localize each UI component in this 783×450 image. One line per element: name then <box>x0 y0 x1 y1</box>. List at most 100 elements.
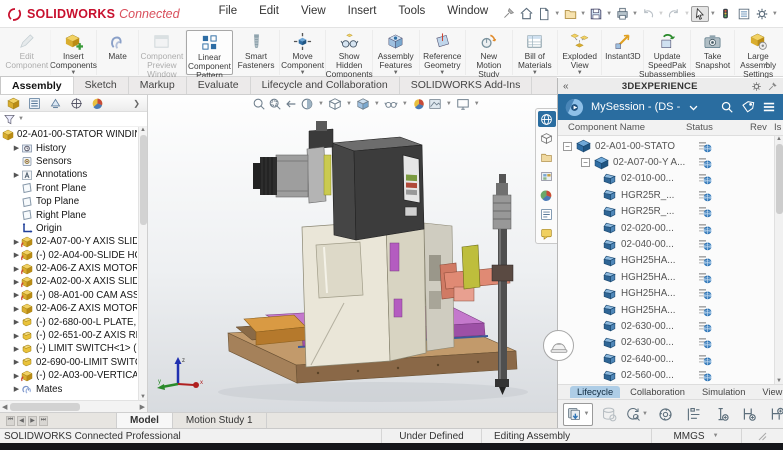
explore-rotate-button[interactable]: ▼ <box>626 403 649 426</box>
open-button[interactable] <box>561 5 579 23</box>
database-refresh-button[interactable] <box>598 403 621 426</box>
panel-gear-icon[interactable] <box>751 81 762 92</box>
displaymanager-tab-icon[interactable] <box>91 97 104 110</box>
task-resources-icon[interactable] <box>538 130 556 146</box>
insert-components-button[interactable]: Insert Components▼ <box>51 30 98 75</box>
manager-tab-overflow-chevron[interactable]: ❯ <box>133 99 140 108</box>
dimxpertmanager-tab-icon[interactable] <box>70 97 83 110</box>
undo-button[interactable] <box>639 5 657 23</box>
move-component-button[interactable]: Move Component▼ <box>280 30 327 75</box>
component-row[interactable]: 02-630-00... <box>558 318 783 334</box>
settings-gear-button[interactable] <box>753 5 771 23</box>
tab-solidworks-addins[interactable]: SOLIDWORKS Add-Ins <box>400 76 533 94</box>
tab-assembly[interactable]: Assembly <box>0 76 74 94</box>
status-resize-grip[interactable] <box>741 429 783 443</box>
tree-item-origin[interactable]: Origin <box>2 222 137 235</box>
menu-tools[interactable]: Tools <box>387 5 436 23</box>
options-list-button[interactable] <box>735 5 753 23</box>
panel-pin-icon[interactable] <box>767 81 778 92</box>
component-row[interactable]: HGR25R_... <box>558 204 783 220</box>
component-row[interactable]: 02-020-00... <box>558 220 783 236</box>
component-row[interactable]: HGH25HA... <box>558 253 783 269</box>
menu-file[interactable]: File <box>208 5 249 23</box>
take-snapshot-button[interactable]: Take Snapshot <box>691 30 735 75</box>
assistant-helmet-button[interactable] <box>543 330 574 361</box>
panel-search-icon[interactable] <box>720 100 734 114</box>
select-tool-button[interactable] <box>691 6 709 22</box>
update-speedpak-button[interactable]: Update SpeedPak Subassemblies <box>644 30 691 75</box>
hide-show-items-icon[interactable] <box>384 97 398 111</box>
section-view-icon[interactable] <box>300 97 314 111</box>
show-hidden-components-button[interactable]: Show Hidden Components <box>326 30 373 75</box>
task-3dexperience-icon[interactable] <box>538 111 556 127</box>
branch-add-button[interactable] <box>738 403 761 426</box>
tab-simulation[interactable]: Simulation <box>695 386 752 398</box>
display-style-icon[interactable] <box>356 97 370 111</box>
tree-item-component[interactable]: ▶02-A02-00-X AXIS SLIDE<3> (De <box>2 275 137 288</box>
panel-tag-icon[interactable] <box>741 100 755 114</box>
task-forum-icon[interactable] <box>538 225 556 241</box>
tree-vertical-scrollbar[interactable]: ▲▼ <box>138 127 147 400</box>
tree-item-component[interactable]: ▶02-A07-00-Y AXIS SLIDE<1> (De <box>2 235 137 248</box>
task-design-library-icon[interactable] <box>538 149 556 165</box>
tree-item-annotations[interactable]: ▶Annotations <box>2 168 137 181</box>
smart-fasteners-button[interactable]: Smart Fasteners <box>233 30 280 75</box>
tab-evaluate[interactable]: Evaluate <box>187 76 251 94</box>
merge-add-button[interactable] <box>766 403 783 426</box>
col-status[interactable]: Status <box>686 122 713 133</box>
open-dropdown[interactable]: ▼ <box>580 11 586 17</box>
assembly-features-button[interactable]: Assembly Features▼ <box>373 30 420 75</box>
component-row[interactable]: HGR25R_... <box>558 187 783 203</box>
component-row[interactable]: 02-630-00... <box>558 335 783 351</box>
insert-revision-button[interactable] <box>710 403 733 426</box>
structure-list-button[interactable] <box>682 403 705 426</box>
tree-item-component[interactable]: ▶(-) LIMIT SWITCH<1> (Default) <box>2 342 137 355</box>
tree-item-component[interactable]: ▶02-A06-Z AXIS MOTOR ASSY<3 <box>2 262 137 275</box>
assembly-model[interactable] <box>148 95 557 412</box>
motion-nav-buttons[interactable]: ⏮◀▶⏭ <box>6 416 48 426</box>
tree-item-component[interactable]: ▶(-) 08-A01-00 CAM ASSY<2> (3 <box>2 289 137 302</box>
tree-item-history[interactable]: ▶History <box>2 141 137 154</box>
component-row[interactable]: −02-A07-00-Y A... <box>558 154 783 170</box>
status-units[interactable]: MMGS▼ <box>651 429 741 443</box>
ribbon-collapse-icon[interactable]: ⌃ <box>763 62 771 73</box>
component-row[interactable]: 02-040-00... <box>558 236 783 252</box>
menu-view[interactable]: View <box>290 5 337 23</box>
save-to-platform-button[interactable]: ▼ <box>563 403 593 426</box>
filter-dropdown[interactable]: ▼ <box>18 116 24 122</box>
tree-item-mates[interactable]: ▶Mates <box>2 382 137 395</box>
component-row[interactable]: 02-560-00... <box>558 367 783 383</box>
tree-item-component[interactable]: ▶02-690-00-LIMIT SWITCH SPAC <box>2 356 137 369</box>
tree-root-assembly[interactable]: 02-A01-00-STATOR WINDING SLIDE <box>2 128 137 141</box>
component-row[interactable]: −02-A01-00-STATO... <box>558 138 783 154</box>
component-preview-window-button[interactable]: Component Preview Window <box>139 30 186 75</box>
edit-component-button[interactable]: Edit Component <box>4 30 51 75</box>
col-rev[interactable]: Rev <box>750 122 767 133</box>
new-document-button[interactable] <box>535 5 553 23</box>
menu-insert[interactable]: Insert <box>337 5 388 23</box>
view-orientation-icon[interactable] <box>328 97 342 111</box>
mate-button[interactable]: Mate <box>97 30 139 75</box>
revision-cycle-button[interactable] <box>654 403 677 426</box>
edit-appearance-icon[interactable] <box>412 97 426 111</box>
reference-geometry-button[interactable]: Reference Geometry▼ <box>420 30 467 75</box>
view-settings-icon[interactable] <box>456 97 470 111</box>
tab-lifecycle-collaboration[interactable]: Lifecycle and Collaboration <box>251 76 400 94</box>
panel-menu-icon[interactable] <box>762 101 776 113</box>
tree-item-component[interactable]: ▶(-) 02-651-00-Z AXIS READER SW <box>2 329 137 342</box>
new-motion-study-button[interactable]: New Motion Study <box>466 30 513 75</box>
tab-sketch[interactable]: Sketch <box>74 76 129 94</box>
session-selector[interactable]: MySession - (DS - ... <box>591 101 681 113</box>
exploded-view-button[interactable]: Exploded View▼ <box>558 30 602 75</box>
print-button[interactable] <box>613 5 631 23</box>
linear-component-pattern-button[interactable]: Linear Component Pattern▼ <box>186 30 234 75</box>
zoom-to-area-icon[interactable] <box>268 97 282 111</box>
component-row[interactable]: HGH25HA... <box>558 286 783 302</box>
tab-markup[interactable]: Markup <box>129 76 187 94</box>
tree-horizontal-scrollbar[interactable]: ◀▶ <box>0 400 147 412</box>
task-custom-properties-icon[interactable] <box>538 206 556 222</box>
tab-collaboration[interactable]: Collaboration <box>623 386 692 398</box>
pin-menu-icon[interactable] <box>499 5 517 23</box>
task-appearances-icon[interactable] <box>538 187 556 203</box>
component-row[interactable]: HGH25HA... <box>558 302 783 318</box>
